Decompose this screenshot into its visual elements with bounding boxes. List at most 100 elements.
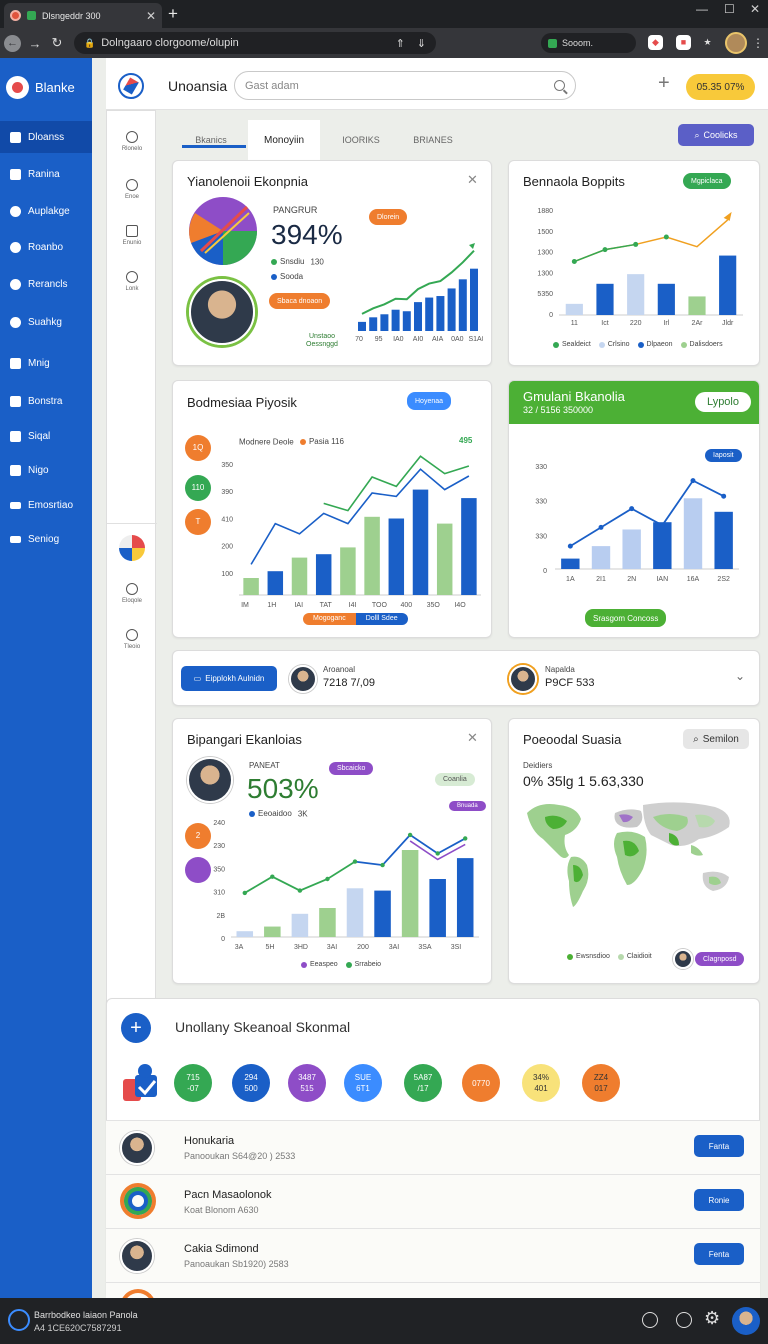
sidebar-item-ranina[interactable]: Ranina <box>0 158 92 190</box>
stat-circle-2[interactable]: 294 500 <box>232 1064 270 1102</box>
stat-circle-3[interactable]: 3487 515 <box>288 1064 326 1102</box>
rail-item-2[interactable]: Enoe <box>107 179 157 200</box>
sidebar-item-suahkg[interactable]: Suahkg <box>0 306 92 338</box>
chip-1[interactable]: 1Q <box>185 435 211 461</box>
row-button[interactable]: Ronie <box>694 1189 744 1211</box>
sidebar-item-rerancls[interactable]: Rerancls <box>0 268 92 300</box>
list-item[interactable]: Pacn Masaolonok Koat Blonom A630 Ronie <box>106 1174 760 1228</box>
stat-circle-5[interactable]: 5A87/17 <box>404 1064 442 1102</box>
sidebar-item-roanbo[interactable]: Roanbo <box>0 231 92 263</box>
stat-circle-4[interactable]: SUE 6T1 <box>344 1064 382 1102</box>
notification-icon[interactable] <box>676 1312 692 1328</box>
sidebar-item-emosrtiao[interactable]: Emosrtiao <box>0 489 92 521</box>
rail-item-3[interactable]: Enunio <box>107 225 157 246</box>
share-icon[interactable]: ⇑ <box>396 37 405 50</box>
toggle-b[interactable]: Dolll Sdee <box>355 613 408 625</box>
user-avatar[interactable] <box>509 665 537 693</box>
close-window-icon[interactable]: ✕ <box>750 2 760 16</box>
card-button[interactable]: Lypolo <box>695 392 751 412</box>
start-icon[interactable] <box>8 1309 30 1331</box>
list-item-partial[interactable] <box>106 1282 760 1307</box>
rail-item-1[interactable]: Rlonelo <box>107 131 157 152</box>
extension-pill[interactable]: Sooom. <box>541 33 636 53</box>
maximize-icon[interactable]: ☐ <box>724 2 735 16</box>
sidebar-item-auplakge[interactable]: Auplakge <box>0 195 92 227</box>
row-button[interactable]: Fanta <box>694 1135 744 1157</box>
status-tag[interactable]: Sbcaicko <box>329 762 374 775</box>
close-icon[interactable]: ✕ <box>467 730 478 746</box>
add-icon[interactable]: + <box>658 72 670 95</box>
add-icon[interactable]: + <box>121 1013 151 1043</box>
close-tab-icon[interactable]: ✕ <box>146 9 156 23</box>
taskbar-avatar[interactable] <box>732 1307 760 1335</box>
new-tab-icon[interactable]: + <box>168 4 178 24</box>
sidebar-item-nigo[interactable]: Nigo <box>0 454 92 486</box>
search-icon[interactable] <box>554 80 565 91</box>
minimize-icon[interactable]: — <box>696 2 708 16</box>
toggle-a[interactable]: Mogoganc <box>303 613 356 625</box>
rail-logo-icon[interactable] <box>119 535 145 561</box>
sidebar-item-dashboard[interactable]: Dloanss <box>0 121 92 153</box>
chip-3[interactable]: T <box>185 509 211 535</box>
list-item[interactable]: Cakia Sdimond Panoaukan Sb1920) 2583 Fen… <box>106 1228 760 1282</box>
tab-ooriks[interactable]: IOORIKS <box>326 120 396 160</box>
status-tag[interactable]: Hoyenaa <box>407 392 452 410</box>
chip-2[interactable]: 110 <box>185 475 211 501</box>
search-input[interactable]: Gast adam <box>234 71 576 100</box>
legend-dot <box>345 961 352 968</box>
toolbar-ext-icon-1[interactable]: ◆ <box>648 35 663 50</box>
list-item[interactable]: Honukaria Panooukan S64@20 ) 2533 Fanta <box>106 1120 760 1174</box>
menu-kebab-icon[interactable]: ⋮ <box>752 36 764 50</box>
filter-tag[interactable]: Coanlia <box>435 773 475 786</box>
semilon-button[interactable]: ⌕ Semilon <box>683 729 749 749</box>
user-avatar[interactable] <box>187 757 233 803</box>
row-button-label: Ronie <box>708 1195 730 1205</box>
toolbar-ext-icon-2[interactable]: ■ <box>676 35 691 50</box>
settings-gear-icon[interactable]: ⚙ <box>704 1308 720 1329</box>
status-tag[interactable]: Dlorein <box>369 209 408 225</box>
tab-bkanics[interactable]: Bkanics <box>176 120 246 160</box>
browser-tab[interactable]: Dlsngeddr 300 ✕ <box>4 3 162 28</box>
url-field[interactable]: 🔒 Dolngaaro clorgoome/olupin ⇑ ⇓ <box>74 32 436 54</box>
cookies-button[interactable]: ⌕ Coolicks <box>678 124 754 146</box>
user-avatar[interactable] <box>189 279 255 345</box>
bookmark-star-icon[interactable]: ★ <box>700 35 715 50</box>
forward-icon[interactable]: → <box>24 36 46 51</box>
stat-circle-6[interactable]: 0770 <box>462 1064 500 1102</box>
rail-item-6[interactable]: Tleoio <box>107 629 157 650</box>
x-tick-label: 1A <box>566 576 575 583</box>
bar <box>470 268 478 331</box>
action-tag[interactable]: Sbaca dnoaon <box>269 293 331 309</box>
sidebar-item-seniog[interactable]: Seniog <box>0 523 92 555</box>
bar <box>264 926 281 937</box>
stat-circle-7[interactable]: 34% 401 <box>522 1064 560 1102</box>
row-button[interactable]: Fenta <box>694 1243 744 1265</box>
chevron-down-icon[interactable]: ⌄ <box>735 669 745 683</box>
metric-label: PANGRUR <box>273 205 318 215</box>
back-icon[interactable]: ← <box>4 34 21 52</box>
stat-circle-1[interactable]: 715 -07 <box>174 1064 212 1102</box>
reload-icon[interactable]: ↻ <box>46 35 68 51</box>
strip-button[interactable]: ▭ Eipplokh Aulnidn <box>181 666 277 691</box>
brand[interactable]: Blanke <box>0 58 92 116</box>
sidebar-item-mnig[interactable]: Mnig <box>0 347 92 379</box>
balance-pill[interactable]: 05.35 07% <box>686 74 755 100</box>
network-icon[interactable] <box>642 1312 658 1328</box>
profile-avatar[interactable] <box>725 32 747 54</box>
tab-brianes[interactable]: BRIANES <box>398 120 468 160</box>
sidebar-item-siqal[interactable]: Siqal <box>0 420 92 452</box>
app-logo-icon[interactable] <box>118 73 144 99</box>
status-tag[interactable]: Clagnposd <box>695 952 745 966</box>
tab-monoyiin[interactable]: Monoyiin <box>248 120 320 160</box>
user-avatar[interactable] <box>289 665 317 693</box>
footer-button[interactable]: Srasgom Concoss <box>585 609 667 627</box>
download-icon[interactable]: ⇓ <box>417 37 426 50</box>
stat-circle-8[interactable]: ZZ4 017 <box>582 1064 620 1102</box>
rail-item-5[interactable]: Eloqole <box>107 583 157 604</box>
user-avatar[interactable] <box>673 949 693 969</box>
status-tag[interactable]: Mgpiclaca <box>683 173 731 189</box>
rail-item-4[interactable]: Lonk <box>107 271 157 292</box>
chart-toggle[interactable]: Mogoganc Dolll Sdee <box>303 613 408 625</box>
sidebar-item-bonstra[interactable]: Bonstra <box>0 385 92 417</box>
close-icon[interactable]: ✕ <box>467 172 478 188</box>
